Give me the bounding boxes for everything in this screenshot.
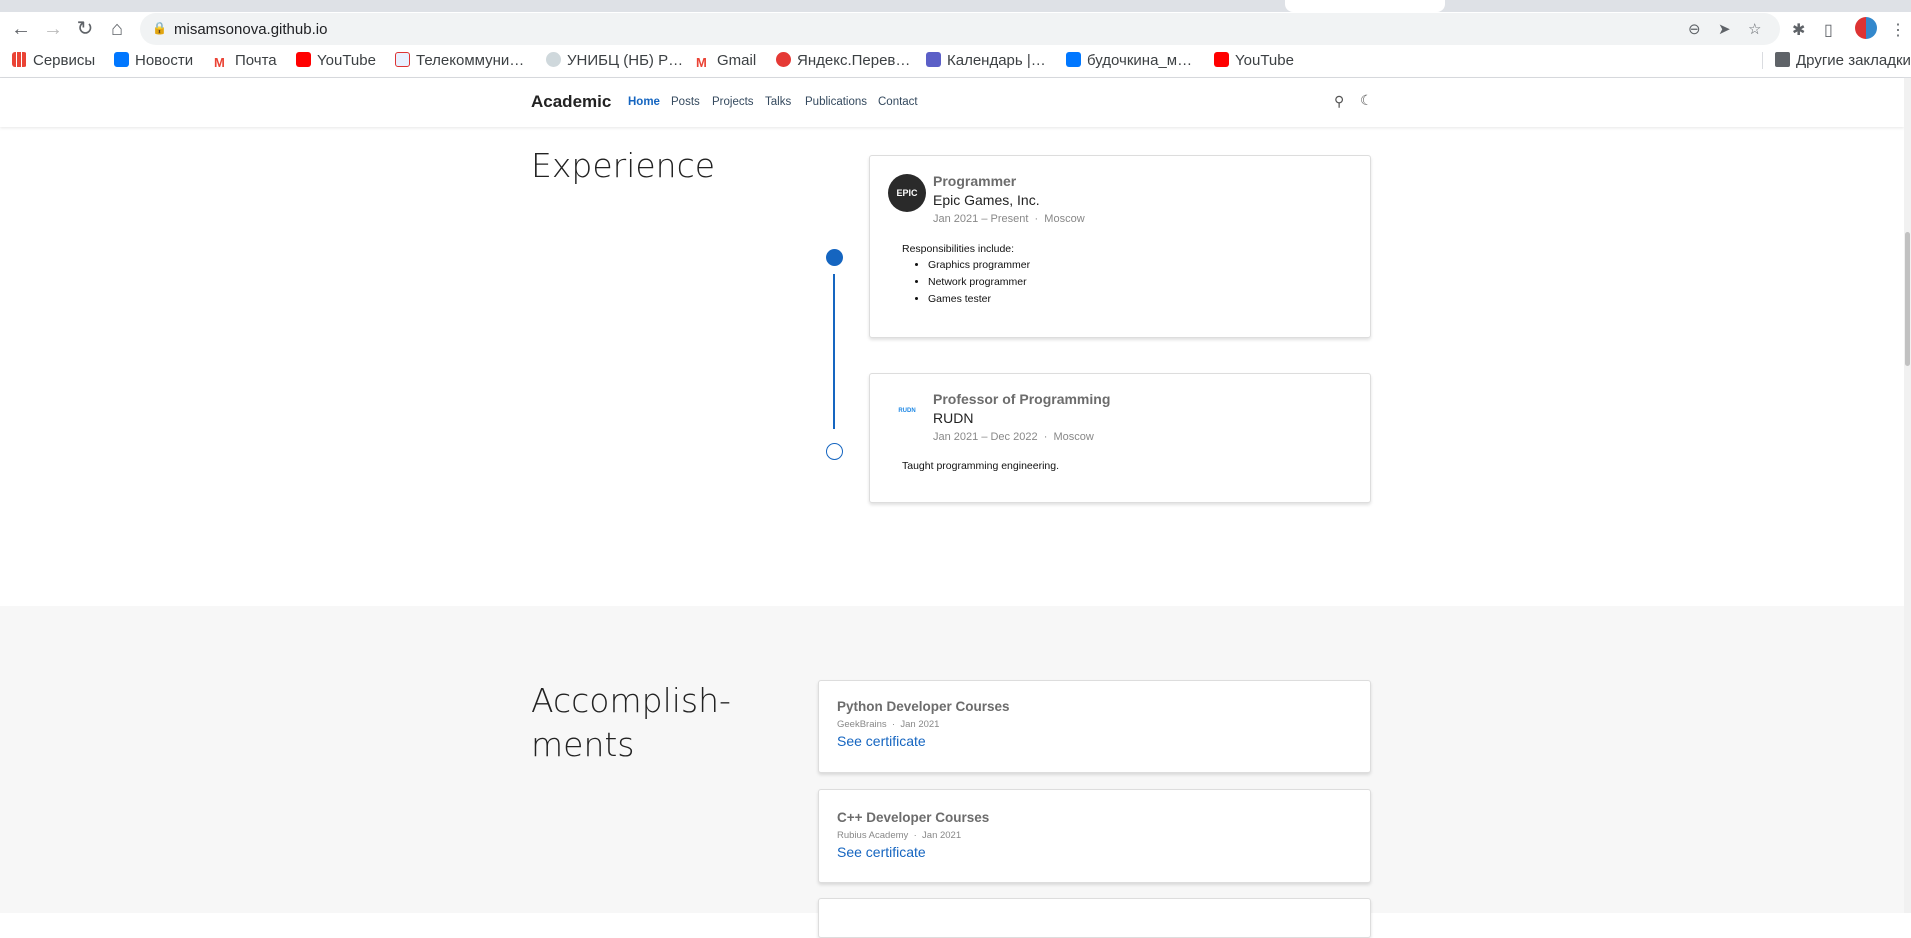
scrollbar-thumb[interactable] <box>1905 232 1910 366</box>
bookmark-services[interactable]: Сервисы <box>12 52 95 69</box>
folder-icon <box>1775 52 1790 67</box>
accomplishment-card: Python Developer Courses GeekBrains · Ja… <box>818 680 1371 773</box>
bookmark-youtube-2[interactable]: YouTube <box>1214 52 1294 69</box>
nav-home[interactable]: Home <box>628 96 660 108</box>
back-icon[interactable]: ← <box>8 16 34 42</box>
nav-projects[interactable]: Projects <box>712 96 754 108</box>
bookmarks-bar: Сервисы Новости M Почта YouTube Телекомму… <box>0 46 1911 78</box>
bookmark-unibc[interactable]: УНИБЦ (НБ) Р… <box>546 52 683 69</box>
bookmark-news[interactable]: Новости <box>114 52 193 69</box>
translate-icon <box>776 52 791 67</box>
site-brand[interactable]: Academic <box>531 92 611 112</box>
zoom-icon[interactable]: ⊖ <box>1688 20 1701 38</box>
other-bookmarks[interactable]: Другие закладки <box>1762 52 1911 69</box>
address-bar[interactable]: 🔒 misamsonova.github.io ⊖ ➤ ☆ <box>140 13 1780 45</box>
list-item: Games tester <box>928 293 1030 305</box>
browser-toolbar: ← → ↻ ⌂ 🔒 misamsonova.github.io ⊖ ➤ ☆ ✱ … <box>0 12 1911 46</box>
telecom-icon <box>395 52 410 67</box>
job-org: Epic Games, Inc. <box>933 192 1040 208</box>
nav-contact[interactable]: Contact <box>878 96 918 108</box>
bookmark-gmail[interactable]: M Gmail <box>696 52 756 70</box>
accomplishments-heading: Accomplish-ments <box>531 681 731 764</box>
job-description: Responsibilities include: Graphics progr… <box>902 243 1030 310</box>
globe-icon <box>546 52 561 67</box>
send-icon[interactable]: ➤ <box>1718 20 1731 38</box>
job-meta: Jan 2021 – Present · Moscow <box>933 213 1085 225</box>
forward-icon[interactable]: → <box>40 16 66 42</box>
accomplishment-card: C++ Developer Courses Rubius Academy · J… <box>818 789 1371 883</box>
extensions-icon[interactable]: ✱ <box>1792 20 1805 40</box>
apps-icon <box>12 52 27 67</box>
job-role: Professor of Programming <box>933 391 1111 407</box>
lock-icon: 🔒 <box>152 21 167 35</box>
moon-icon[interactable]: ☾ <box>1360 92 1373 109</box>
profile-avatar[interactable] <box>1855 17 1877 39</box>
accomplishment-meta: Rubius Academy · Jan 2021 <box>837 830 962 841</box>
see-certificate-link[interactable]: See certificate <box>837 844 926 860</box>
nav-publications[interactable]: Publications <box>805 96 867 108</box>
scrollbar[interactable] <box>1904 78 1911 913</box>
job-meta: Jan 2021 – Dec 2022 · Moscow <box>933 431 1094 443</box>
list-item: Network programmer <box>928 276 1030 288</box>
accomplishment-meta: GeekBrains · Jan 2021 <box>837 719 940 730</box>
timeline-line <box>833 274 835 429</box>
accomplishment-card <box>818 898 1371 938</box>
nav-posts[interactable]: Posts <box>671 96 700 108</box>
teams-icon <box>926 52 941 67</box>
bookmark-calendar[interactable]: Календарь |… <box>926 52 1046 69</box>
site-navbar: Academic Home Posts Projects Talks Publi… <box>0 78 1904 127</box>
side-panel-icon[interactable]: ▯ <box>1824 20 1833 40</box>
timeline-dot-filled <box>826 249 843 266</box>
accomplishment-title: Python Developer Courses <box>837 699 1010 714</box>
gmail-icon: M <box>696 55 711 70</box>
tab-strip <box>0 0 1911 12</box>
star-icon[interactable]: ☆ <box>1748 20 1761 38</box>
vk-icon <box>114 52 129 67</box>
accomplishment-title: C++ Developer Courses <box>837 810 990 825</box>
bookmark-youtube[interactable]: YouTube <box>296 52 376 69</box>
list-item: Graphics programmer <box>928 259 1030 271</box>
menu-icon[interactable]: ⋮ <box>1890 20 1906 40</box>
bookmark-telecom[interactable]: Телекоммуни… <box>395 52 524 69</box>
bookmark-mail[interactable]: M Почта <box>214 52 277 70</box>
youtube-icon <box>1214 52 1229 67</box>
job-role: Programmer <box>933 173 1017 189</box>
youtube-icon <box>296 52 311 67</box>
timeline-dot-hollow <box>826 443 843 460</box>
job-org: RUDN <box>933 410 974 426</box>
experience-heading: Experience <box>531 146 716 185</box>
gmail-icon: M <box>214 55 229 70</box>
job-description: Taught programming engineering. <box>902 460 1060 472</box>
vk-icon <box>1066 52 1081 67</box>
home-icon[interactable]: ⌂ <box>104 16 130 42</box>
active-tab[interactable] <box>1285 0 1445 12</box>
reload-icon[interactable]: ↻ <box>72 16 98 42</box>
see-certificate-link[interactable]: See certificate <box>837 733 926 749</box>
epic-games-logo: EPIC <box>888 174 926 212</box>
url-text[interactable]: misamsonova.github.io <box>174 21 327 38</box>
rudn-logo: RUDN <box>898 408 916 414</box>
search-icon[interactable]: ⚲ <box>1334 93 1344 110</box>
bookmark-vk[interactable]: будочкина_м… <box>1066 52 1192 69</box>
experience-card: EPIC Programmer Epic Games, Inc. Jan 202… <box>869 155 1371 338</box>
bookmark-yandex-translate[interactable]: Яндекс.Перев… <box>776 52 910 69</box>
nav-talks[interactable]: Talks <box>765 96 791 108</box>
experience-card: RUDN Professor of Programming RUDN Jan 2… <box>869 373 1371 503</box>
